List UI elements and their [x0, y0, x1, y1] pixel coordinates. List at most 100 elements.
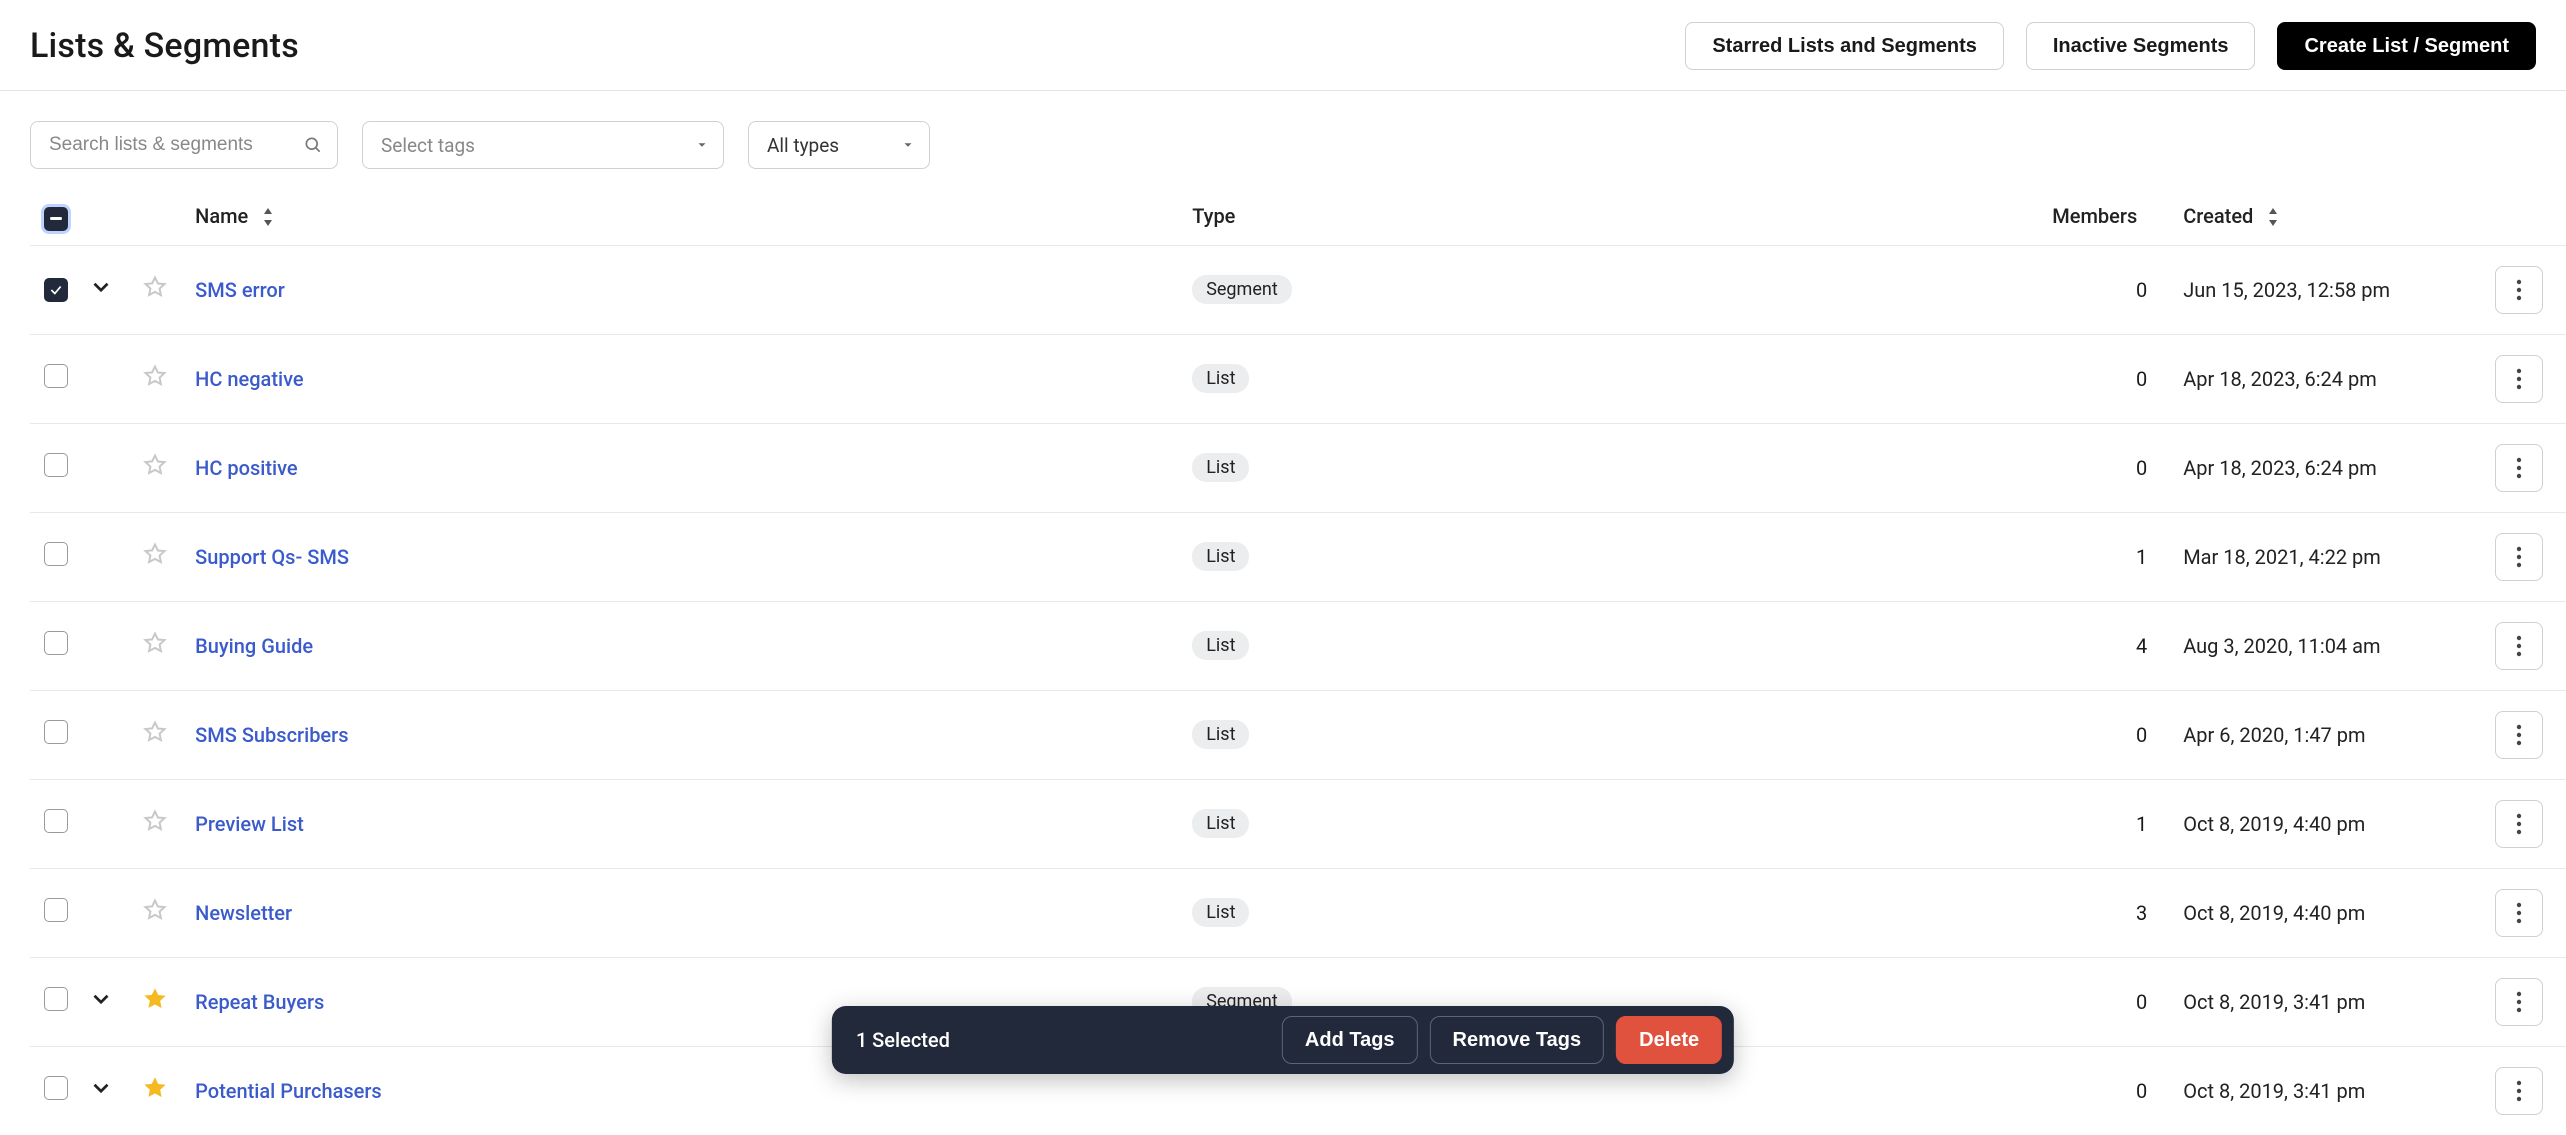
created-cell: Oct 8, 2019, 4:40 pm: [2183, 779, 2495, 868]
table-row: HC negativeList0Apr 18, 2023, 6:24 pm: [30, 334, 2566, 423]
search-input[interactable]: [31, 134, 338, 156]
star-toggle[interactable]: [143, 542, 167, 566]
column-name[interactable]: Name: [195, 204, 248, 228]
row-actions-menu[interactable]: [2495, 622, 2543, 670]
expand-toggle[interactable]: [88, 986, 114, 1012]
table-row: Preview ListList1Oct 8, 2019, 4:40 pm: [30, 779, 2566, 868]
more-vertical-icon: [2516, 457, 2522, 479]
star-toggle[interactable]: [143, 720, 167, 744]
row-actions-menu[interactable]: [2495, 355, 2543, 403]
row-checkbox[interactable]: [44, 453, 68, 477]
members-cell: 0: [2052, 334, 2183, 423]
table-row: SMS errorSegment0Jun 15, 2023, 12:58 pm: [30, 245, 2566, 334]
expand-toggle[interactable]: [88, 274, 114, 300]
row-checkbox[interactable]: [44, 631, 68, 655]
create-list-segment-button[interactable]: Create List / Segment: [2277, 22, 2536, 70]
star-toggle[interactable]: [143, 631, 167, 655]
row-checkbox[interactable]: [44, 364, 68, 388]
list-name-link[interactable]: Potential Purchasers: [195, 1079, 382, 1103]
more-vertical-icon: [2516, 546, 2522, 568]
row-checkbox[interactable]: [44, 987, 68, 1011]
list-name-link[interactable]: Repeat Buyers: [195, 990, 324, 1014]
selection-count: 1 Selected: [856, 1028, 950, 1052]
list-name-link[interactable]: Support Qs- SMS: [195, 545, 349, 569]
selection-toast: 1 Selected Add Tags Remove Tags Delete: [832, 1006, 1734, 1074]
star-toggle[interactable]: [143, 809, 167, 833]
members-cell: 1: [2052, 512, 2183, 601]
types-select-label: All types: [767, 134, 839, 157]
tags-select-placeholder: Select tags: [381, 134, 475, 157]
created-cell: Apr 18, 2023, 6:24 pm: [2183, 423, 2495, 512]
chevron-down-icon: [695, 138, 709, 152]
list-name-link[interactable]: SMS Subscribers: [195, 723, 348, 747]
row-checkbox[interactable]: [44, 720, 68, 744]
star-toggle[interactable]: [143, 275, 167, 299]
members-cell: 0: [2052, 690, 2183, 779]
type-badge: List: [1192, 453, 1249, 482]
expand-toggle[interactable]: [88, 1075, 114, 1101]
remove-tags-button[interactable]: Remove Tags: [1430, 1016, 1605, 1064]
row-actions-menu[interactable]: [2495, 978, 2543, 1026]
created-cell: Oct 8, 2019, 3:41 pm: [2183, 957, 2495, 1046]
star-toggle[interactable]: [143, 453, 167, 477]
select-all-checkbox[interactable]: [44, 207, 68, 231]
more-vertical-icon: [2516, 368, 2522, 390]
tags-select[interactable]: Select tags: [362, 121, 724, 169]
members-cell: 1: [2052, 779, 2183, 868]
list-name-link[interactable]: SMS error: [195, 278, 285, 302]
members-cell: 4: [2052, 601, 2183, 690]
column-type: Type: [1192, 204, 1235, 228]
star-toggle[interactable]: [143, 364, 167, 388]
table-body: SMS errorSegment0Jun 15, 2023, 12:58 pmH…: [30, 245, 2566, 1135]
row-actions-menu[interactable]: [2495, 533, 2543, 581]
created-cell: Jun 15, 2023, 12:58 pm: [2183, 245, 2495, 334]
created-cell: Mar 18, 2021, 4:22 pm: [2183, 512, 2495, 601]
inactive-segments-button[interactable]: Inactive Segments: [2026, 22, 2256, 70]
table-header: Name Type Members Created: [30, 187, 2566, 245]
star-toggle[interactable]: [143, 898, 167, 922]
row-actions-menu[interactable]: [2495, 889, 2543, 937]
list-name-link[interactable]: Buying Guide: [195, 634, 313, 658]
row-actions-menu[interactable]: [2495, 711, 2543, 759]
created-cell: Apr 6, 2020, 1:47 pm: [2183, 690, 2495, 779]
column-members: Members: [2052, 204, 2137, 228]
row-checkbox[interactable]: [44, 809, 68, 833]
table-row: SMS SubscribersList0Apr 6, 2020, 1:47 pm: [30, 690, 2566, 779]
add-tags-button[interactable]: Add Tags: [1282, 1016, 1418, 1064]
row-actions-menu[interactable]: [2495, 444, 2543, 492]
starred-lists-button[interactable]: Starred Lists and Segments: [1685, 22, 2004, 70]
row-checkbox[interactable]: [44, 898, 68, 922]
row-actions-menu[interactable]: [2495, 1067, 2543, 1115]
column-created[interactable]: Created: [2183, 204, 2253, 228]
lists-table: Name Type Members Created SMS error Segme…: [30, 187, 2566, 1135]
type-badge: List: [1192, 631, 1249, 660]
chevron-down-icon: [901, 138, 915, 152]
types-select[interactable]: All types: [748, 121, 930, 169]
more-vertical-icon: [2516, 902, 2522, 924]
more-vertical-icon: [2516, 724, 2522, 746]
delete-button[interactable]: Delete: [1616, 1016, 1722, 1064]
created-cell: Oct 8, 2019, 3:41 pm: [2183, 1046, 2495, 1135]
row-checkbox[interactable]: [44, 542, 68, 566]
sort-icon: [261, 208, 275, 226]
list-name-link[interactable]: Newsletter: [195, 901, 292, 925]
created-cell: Aug 3, 2020, 11:04 am: [2183, 601, 2495, 690]
type-badge: List: [1192, 542, 1249, 571]
type-badge: Segment: [1192, 275, 1292, 304]
page-header: Lists & Segments Starred Lists and Segme…: [0, 0, 2566, 91]
type-badge: List: [1192, 898, 1249, 927]
row-actions-menu[interactable]: [2495, 266, 2543, 314]
row-checkbox[interactable]: [44, 278, 68, 302]
row-checkbox[interactable]: [44, 1076, 68, 1100]
row-actions-menu[interactable]: [2495, 800, 2543, 848]
search-field[interactable]: [30, 121, 338, 169]
table-row: NewsletterList3Oct 8, 2019, 4:40 pm: [30, 868, 2566, 957]
list-name-link[interactable]: HC positive: [195, 456, 297, 480]
table-row: HC positiveList0Apr 18, 2023, 6:24 pm: [30, 423, 2566, 512]
star-toggle[interactable]: [143, 1076, 167, 1100]
list-name-link[interactable]: Preview List: [195, 812, 304, 836]
more-vertical-icon: [2516, 635, 2522, 657]
star-toggle[interactable]: [143, 987, 167, 1011]
list-name-link[interactable]: HC negative: [195, 367, 303, 391]
header-actions: Starred Lists and Segments Inactive Segm…: [1685, 22, 2536, 70]
